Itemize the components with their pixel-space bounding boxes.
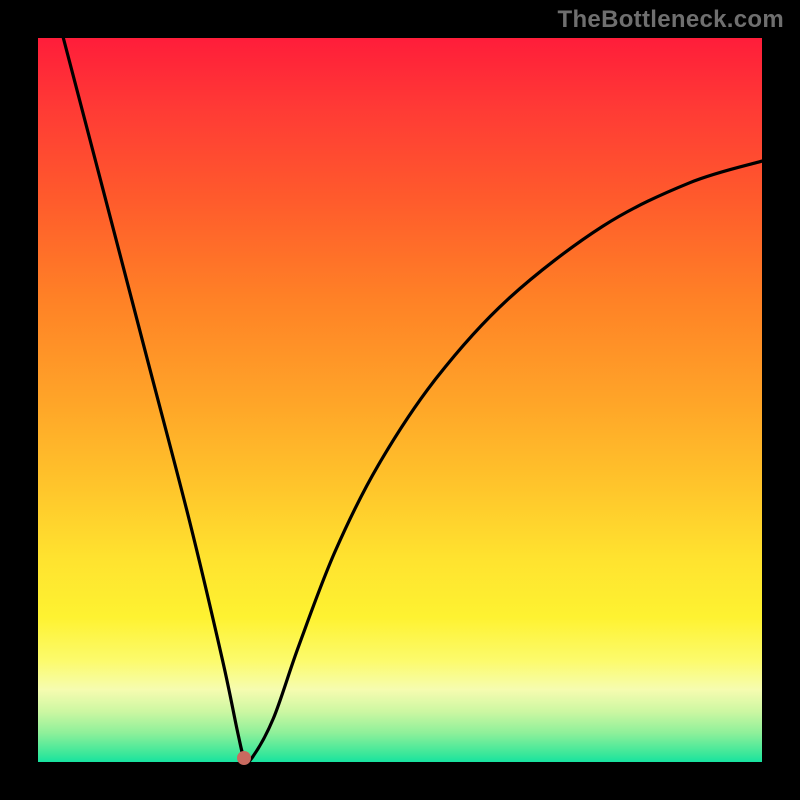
plot-area (38, 38, 762, 762)
chart-frame: TheBottleneck.com (0, 0, 800, 800)
minimum-marker (237, 751, 251, 765)
bottleneck-curve (38, 38, 762, 762)
watermark-text: TheBottleneck.com (558, 6, 784, 34)
